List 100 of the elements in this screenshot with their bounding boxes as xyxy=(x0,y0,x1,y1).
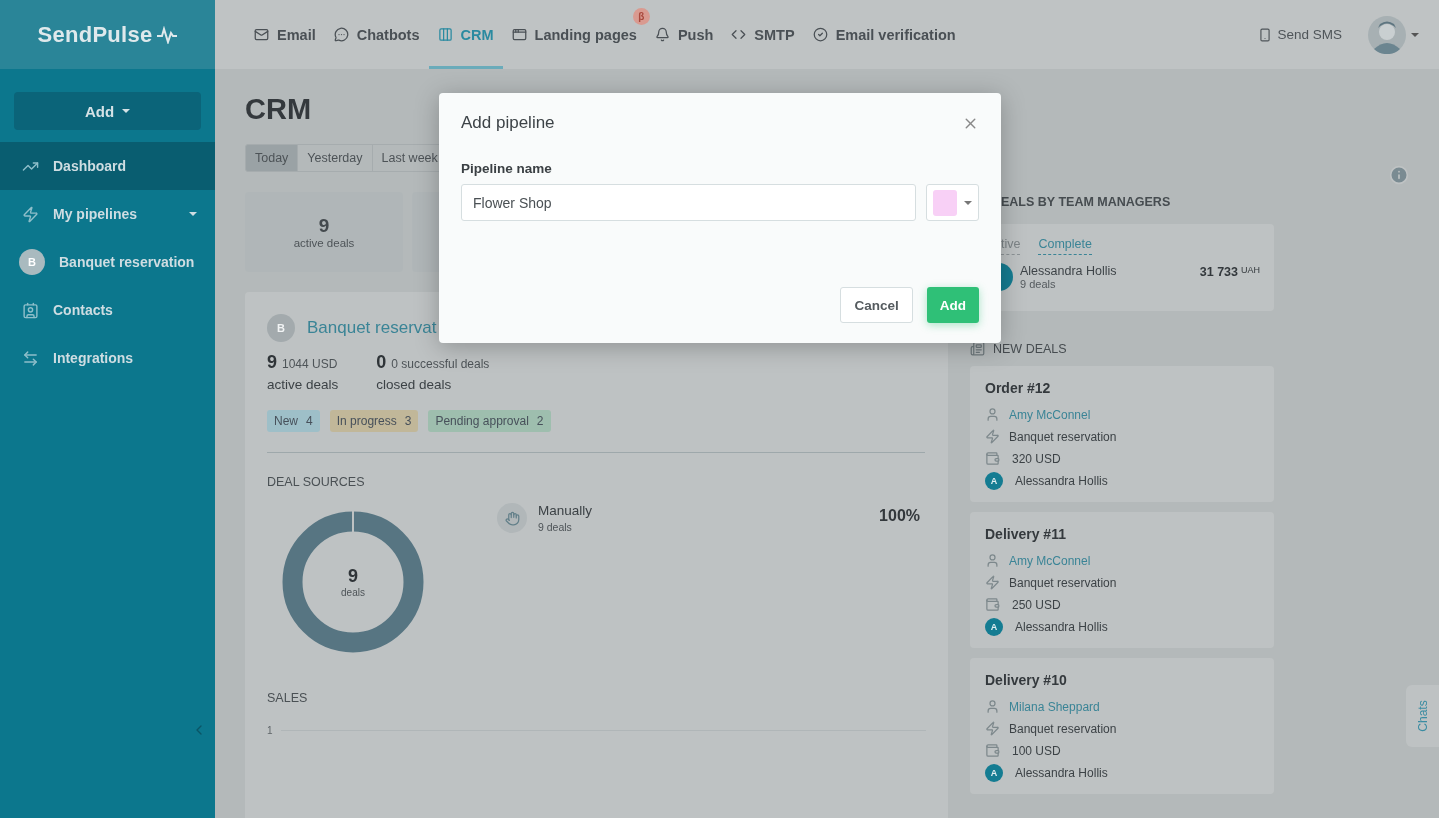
section-title: SALES xyxy=(267,691,309,705)
contact-link[interactable]: Milana Sheppard xyxy=(1009,699,1100,714)
stat-value: 9 xyxy=(318,215,330,237)
dialog-title: Add pipeline xyxy=(461,113,555,133)
period-tab[interactable]: Yesterday xyxy=(297,144,373,172)
avatar-icon: A xyxy=(985,618,1003,636)
deal-count: 9 xyxy=(267,352,277,373)
code-icon xyxy=(731,27,747,42)
wallet-icon xyxy=(985,451,1000,466)
avatar-icon: A xyxy=(985,472,1003,490)
contact-link[interactable]: Amy McConnel xyxy=(1009,407,1091,422)
color-picker[interactable] xyxy=(926,184,979,221)
pipeline-avatar: B xyxy=(267,314,295,342)
add-button[interactable]: Add xyxy=(14,92,201,130)
contact-icon xyxy=(22,301,39,319)
deal-amount: 320 USD xyxy=(1012,451,1061,466)
beta-badge: β xyxy=(632,8,650,25)
sidebar-label: Dashboard xyxy=(53,158,127,174)
nav-tab[interactable]: Email xyxy=(245,0,325,69)
chat-icon xyxy=(333,27,349,42)
add-button[interactable]: Add xyxy=(926,287,979,323)
avatar-icon: B xyxy=(19,249,45,275)
manager-name: Alessandra Hollis xyxy=(1015,766,1108,780)
deal-label: closed deals xyxy=(376,377,453,392)
bolt-icon xyxy=(985,575,1000,590)
pipeline-name[interactable]: Banquet reservat xyxy=(307,318,437,338)
contact-link[interactable]: Amy McConnel xyxy=(1009,553,1091,568)
stage-tag: In progress 3 xyxy=(329,410,419,432)
wallet-icon xyxy=(985,597,1000,612)
user-icon xyxy=(985,699,1000,714)
send-sms-link[interactable]: Send SMS xyxy=(1258,27,1342,42)
section-title: DEAL SOURCES xyxy=(267,475,366,489)
deal-card[interactable]: Order #12 Amy McConnel Banquet reservation 320 USD A Alessandra Hollis xyxy=(970,366,1274,502)
window-icon xyxy=(511,27,527,42)
deal-amount: 1044 USD xyxy=(282,357,338,371)
deal-pipeline: Banquet reservation xyxy=(1009,575,1117,590)
sidebar-label: Integrations xyxy=(53,350,134,366)
manager-name: Alessandra Hollis xyxy=(1015,474,1108,488)
wallet-icon xyxy=(985,743,1000,758)
deal-card[interactable]: Delivery #10 Milana Sheppard Banquet reservation 100 USD A Alessandra Hollis xyxy=(970,658,1274,794)
pipeline-name-field[interactable]: Flower Shop xyxy=(461,184,916,221)
newspaper-icon xyxy=(970,341,985,356)
section-title: NEW DEALS xyxy=(993,341,1067,356)
sidebar-label: My pipelines xyxy=(53,206,138,222)
deal-amount: 0 successful deals xyxy=(391,357,490,371)
sidebar-item[interactable]: Dashboard xyxy=(0,142,215,190)
columns-icon xyxy=(437,27,453,42)
sidebar-item[interactable]: Contacts xyxy=(0,286,215,334)
hand-icon xyxy=(497,503,527,533)
deal-amount: 100 USD xyxy=(1012,743,1061,758)
chats-tab[interactable]: Chats xyxy=(1406,685,1439,747)
sidebar-item[interactable]: My pipelines xyxy=(0,190,215,238)
logo-text: SendPulse xyxy=(37,21,153,48)
source-deals: 9 deals xyxy=(538,521,573,533)
sidebar-item[interactable]: B Banquet reservation xyxy=(0,238,215,286)
manager-amount: 31 733 UAH xyxy=(1199,265,1260,279)
mail-icon xyxy=(254,27,269,42)
avatar-icon xyxy=(1368,15,1406,54)
nav-tab[interactable]: SMTP xyxy=(722,0,804,69)
avatar-icon: A xyxy=(985,764,1003,782)
deal-title: Order #12 xyxy=(985,380,1052,396)
stat-label: active deals xyxy=(293,237,355,249)
user-icon xyxy=(985,553,1000,568)
deal-title: Delivery #11 xyxy=(985,526,1067,542)
bolt-icon xyxy=(985,429,1000,444)
cancel-button[interactable]: Cancel xyxy=(840,287,913,323)
deal-count: 0 xyxy=(376,352,387,373)
deal-pipeline: Banquet reservation xyxy=(1009,429,1117,444)
user-icon xyxy=(985,407,1000,422)
deal-pipeline: Banquet reservation xyxy=(1009,721,1117,736)
manager-name: Alessandra Hollis xyxy=(1020,264,1118,278)
nav-tab[interactable]: Chatbots xyxy=(324,0,429,69)
sidebar-label: Contacts xyxy=(53,302,113,318)
info-icon[interactable] xyxy=(1389,165,1409,185)
chats-label: Chats xyxy=(1415,700,1430,732)
deal-label: active deals xyxy=(267,377,339,392)
filter-tab[interactable]: Complete xyxy=(1038,237,1092,255)
deal-card[interactable]: Delivery #11 Amy McConnel Banquet reservation 250 USD A Alessandra Hollis xyxy=(970,512,1274,648)
bolt-icon xyxy=(22,205,39,223)
nav-tab[interactable]: Email verification xyxy=(803,0,965,69)
period-tab[interactable]: Today xyxy=(245,144,299,172)
pulse-icon xyxy=(155,25,178,44)
phone-icon xyxy=(1258,27,1273,42)
stage-tag: New 4 xyxy=(267,410,320,432)
stage-tag: Pending approval 2 xyxy=(428,410,551,432)
source-name: Manually xyxy=(538,503,593,518)
donut-label: deals xyxy=(341,587,365,598)
manager-name: Alessandra Hollis xyxy=(1015,620,1108,634)
deal-amount: 250 USD xyxy=(1012,597,1061,612)
manager-deals: 9 deals xyxy=(1020,278,1057,290)
section-title: EALS BY TEAM MANAGERS xyxy=(1000,195,1171,209)
field-label: Pipeline name xyxy=(461,161,553,176)
deal-title: Delivery #10 xyxy=(985,672,1068,688)
check-circle-icon xyxy=(812,27,828,42)
bell-icon xyxy=(654,27,670,42)
profile-menu[interactable] xyxy=(1368,15,1419,54)
nav-tab[interactable]: CRM xyxy=(428,0,503,69)
arrows-icon xyxy=(22,349,39,367)
sidebar-item[interactable]: Integrations xyxy=(0,334,215,382)
donut-total: 9 xyxy=(348,566,358,587)
